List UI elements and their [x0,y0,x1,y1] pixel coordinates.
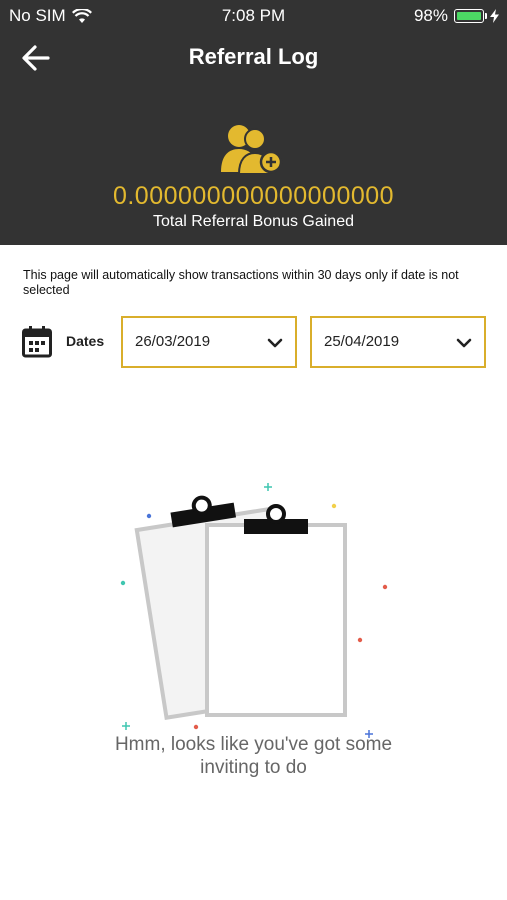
empty-message-line1: Hmm, looks like you've got some [114,734,393,755]
start-date-select[interactable]: 26/03/2019 [121,316,297,368]
header: No SIM 7:08 PM 98% Referral Log 0.000000… [0,0,507,245]
chevron-down-icon [456,338,472,348]
end-date-value: 25/04/2019 [324,333,400,350]
end-date-select[interactable]: 25/04/2019 [310,316,486,368]
chevron-down-icon [267,338,283,348]
bonus-amount: 0.000000000000000000 [112,182,395,210]
start-date-value: 26/03/2019 [135,333,211,350]
battery-percent: 98% [413,6,448,25]
empty-message-line2: inviting to do [200,757,307,778]
info-text: This page will automatically show transa… [23,268,459,297]
bolt-icon [490,9,499,23]
clipboards-illustration [120,483,388,738]
dates-label: Dates [66,333,105,349]
users-add-icon [221,125,283,175]
dates-row: Dates 26/03/2019 25/04/2019 [0,316,507,368]
bonus-label: Total Referral Bonus Gained [153,213,354,230]
calendar-icon [22,326,52,358]
page-title: Referral Log [188,44,319,69]
status-bar: No SIM 7:08 PM 98% [0,0,507,30]
empty-message: Hmm, looks like you've got some inviting… [0,733,507,779]
battery-icon [454,9,487,23]
